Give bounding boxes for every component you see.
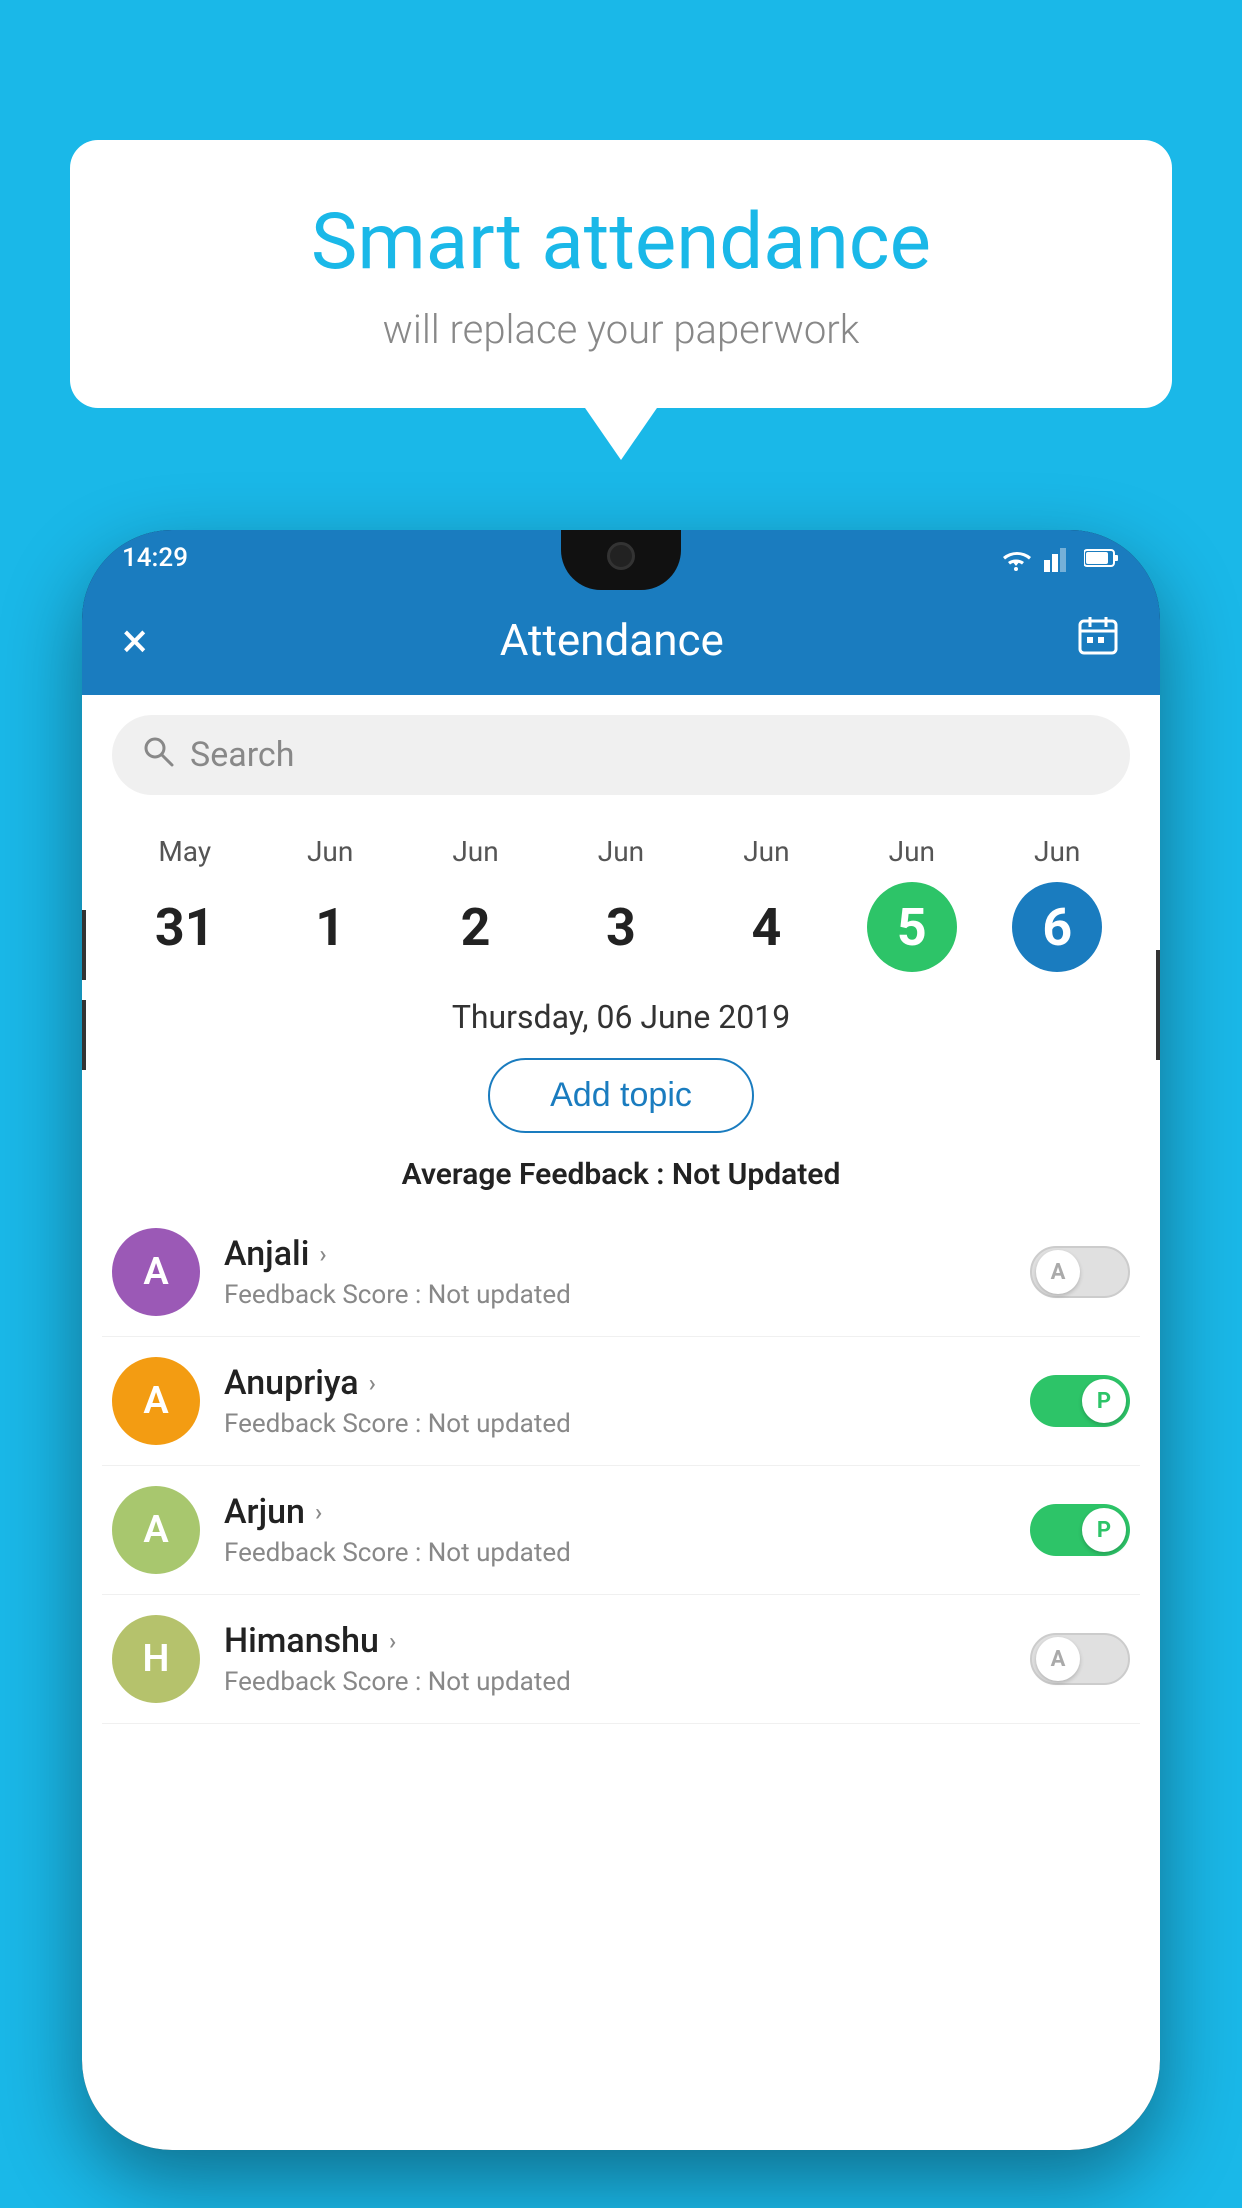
avatar: H	[112, 1615, 200, 1703]
phone-camera	[607, 542, 635, 570]
calendar-day-6[interactable]: Jun 6	[997, 835, 1117, 972]
student-name: Himanshu ›	[224, 1621, 1006, 1661]
avatar: A	[112, 1486, 200, 1574]
feedback-score: Feedback Score : Not updated	[224, 1409, 1006, 1439]
attendance-toggle-0[interactable]: A	[1030, 1246, 1130, 1298]
cal-date-number: 31	[140, 882, 230, 972]
student-name: Arjun ›	[224, 1492, 1006, 1532]
student-list: AAnjali ›Feedback Score : Not updatedAAA…	[82, 1208, 1160, 1724]
power-button	[1156, 950, 1160, 1060]
app-header: × Attendance	[82, 585, 1160, 695]
phone-frame: 14:29 × Attendance	[82, 530, 1160, 2150]
cal-month-label: Jun	[743, 835, 789, 868]
cal-date-number: 2	[431, 882, 521, 972]
cal-date-number: 6	[1012, 882, 1102, 972]
calendar-day-4[interactable]: Jun 4	[706, 835, 826, 972]
cal-date-number: 1	[285, 882, 375, 972]
attendance-toggle-3[interactable]: A	[1030, 1633, 1130, 1685]
calendar-day-3[interactable]: Jun 3	[561, 835, 681, 972]
toggle-knob: A	[1036, 1637, 1080, 1681]
toggle-knob: A	[1036, 1250, 1080, 1294]
cal-date-number: 5	[867, 882, 957, 972]
search-input[interactable]: Search	[190, 735, 294, 775]
speech-bubble: Smart attendance will replace your paper…	[70, 140, 1172, 408]
toggle-knob: P	[1082, 1508, 1126, 1552]
chevron-icon: ›	[369, 1369, 376, 1397]
student-row-2[interactable]: A Arjun › Feedback Score : Not updated P	[102, 1466, 1140, 1595]
cal-month-label: Jun	[307, 835, 353, 868]
calendar-strip: May 31 Jun 1 Jun 2 Jun 3 Jun 4 Jun 5 Jun 6	[82, 815, 1160, 982]
selected-date-label: Thursday, 06 June 2019	[82, 982, 1160, 1048]
add-topic-button[interactable]: Add topic	[488, 1058, 754, 1133]
volume-up-button	[82, 910, 86, 980]
phone-notch	[561, 530, 681, 590]
student-info: Himanshu › Feedback Score : Not updated	[224, 1621, 1006, 1697]
toggle-knob: P	[1082, 1379, 1126, 1423]
student-name: Anjali ›	[224, 1234, 1006, 1274]
status-time: 14:29	[122, 543, 188, 573]
header-title: Attendance	[500, 614, 724, 666]
search-bar[interactable]: Search	[112, 715, 1130, 795]
student-row-3[interactable]: H Himanshu › Feedback Score : Not updated A	[102, 1595, 1140, 1724]
attendance-toggle-1[interactable]: P	[1030, 1375, 1130, 1427]
cal-month-label: Jun	[452, 835, 498, 868]
calendar-day-1[interactable]: Jun 1	[270, 835, 390, 972]
cal-date-number: 3	[576, 882, 666, 972]
calendar-day-5[interactable]: Jun 5	[852, 835, 972, 972]
cal-month-label: May	[158, 835, 211, 868]
feedback-score: Feedback Score : Not updated	[224, 1280, 1006, 1310]
attendance-toggle-2[interactable]: P	[1030, 1504, 1130, 1556]
speech-bubble-wrapper: Smart attendance will replace your paper…	[70, 140, 1172, 408]
student-info: Anjali › Feedback Score : Not updated	[224, 1234, 1006, 1310]
wifi-icon	[998, 544, 1034, 572]
calendar-icon[interactable]	[1076, 613, 1120, 667]
avg-feedback-label: Average Feedback :	[402, 1157, 665, 1192]
feedback-score: Feedback Score : Not updated	[224, 1538, 1006, 1568]
cal-date-number: 4	[721, 882, 811, 972]
phone-content: Search May 31 Jun 1 Jun 2 Jun 3 Jun 4 Jun 5 Jun 6 Thu…	[82, 695, 1160, 2150]
student-info: Anupriya › Feedback Score : Not updated	[224, 1363, 1006, 1439]
student-info: Arjun › Feedback Score : Not updated	[224, 1492, 1006, 1568]
avg-feedback-value: Not Updated	[672, 1157, 840, 1192]
volume-down-button	[82, 1000, 86, 1070]
add-topic-wrapper: Add topic	[82, 1048, 1160, 1149]
battery-icon	[1084, 548, 1120, 568]
calendar-day-2[interactable]: Jun 2	[416, 835, 536, 972]
cal-month-label: Jun	[598, 835, 644, 868]
student-row-1[interactable]: A Anupriya › Feedback Score : Not updated P	[102, 1337, 1140, 1466]
student-row-0[interactable]: A Anjali › Feedback Score : Not updated A	[102, 1208, 1140, 1337]
student-name: Anupriya ›	[224, 1363, 1006, 1403]
search-bar-wrapper: Search	[82, 695, 1160, 815]
speech-bubble-title: Smart attendance	[120, 200, 1122, 286]
signal-icon	[1044, 544, 1074, 572]
cal-month-label: Jun	[1034, 835, 1080, 868]
chevron-icon: ›	[319, 1240, 326, 1268]
cal-month-label: Jun	[889, 835, 935, 868]
avatar: A	[112, 1357, 200, 1445]
close-button[interactable]: ×	[122, 612, 148, 669]
speech-bubble-subtitle: will replace your paperwork	[120, 306, 1122, 353]
search-icon	[142, 735, 174, 776]
status-icons	[998, 544, 1120, 572]
average-feedback: Average Feedback : Not Updated	[82, 1149, 1160, 1208]
chevron-icon: ›	[389, 1627, 396, 1655]
calendar-day-0[interactable]: May 31	[125, 835, 245, 972]
avatar: A	[112, 1228, 200, 1316]
chevron-icon: ›	[315, 1498, 322, 1526]
feedback-score: Feedback Score : Not updated	[224, 1667, 1006, 1697]
